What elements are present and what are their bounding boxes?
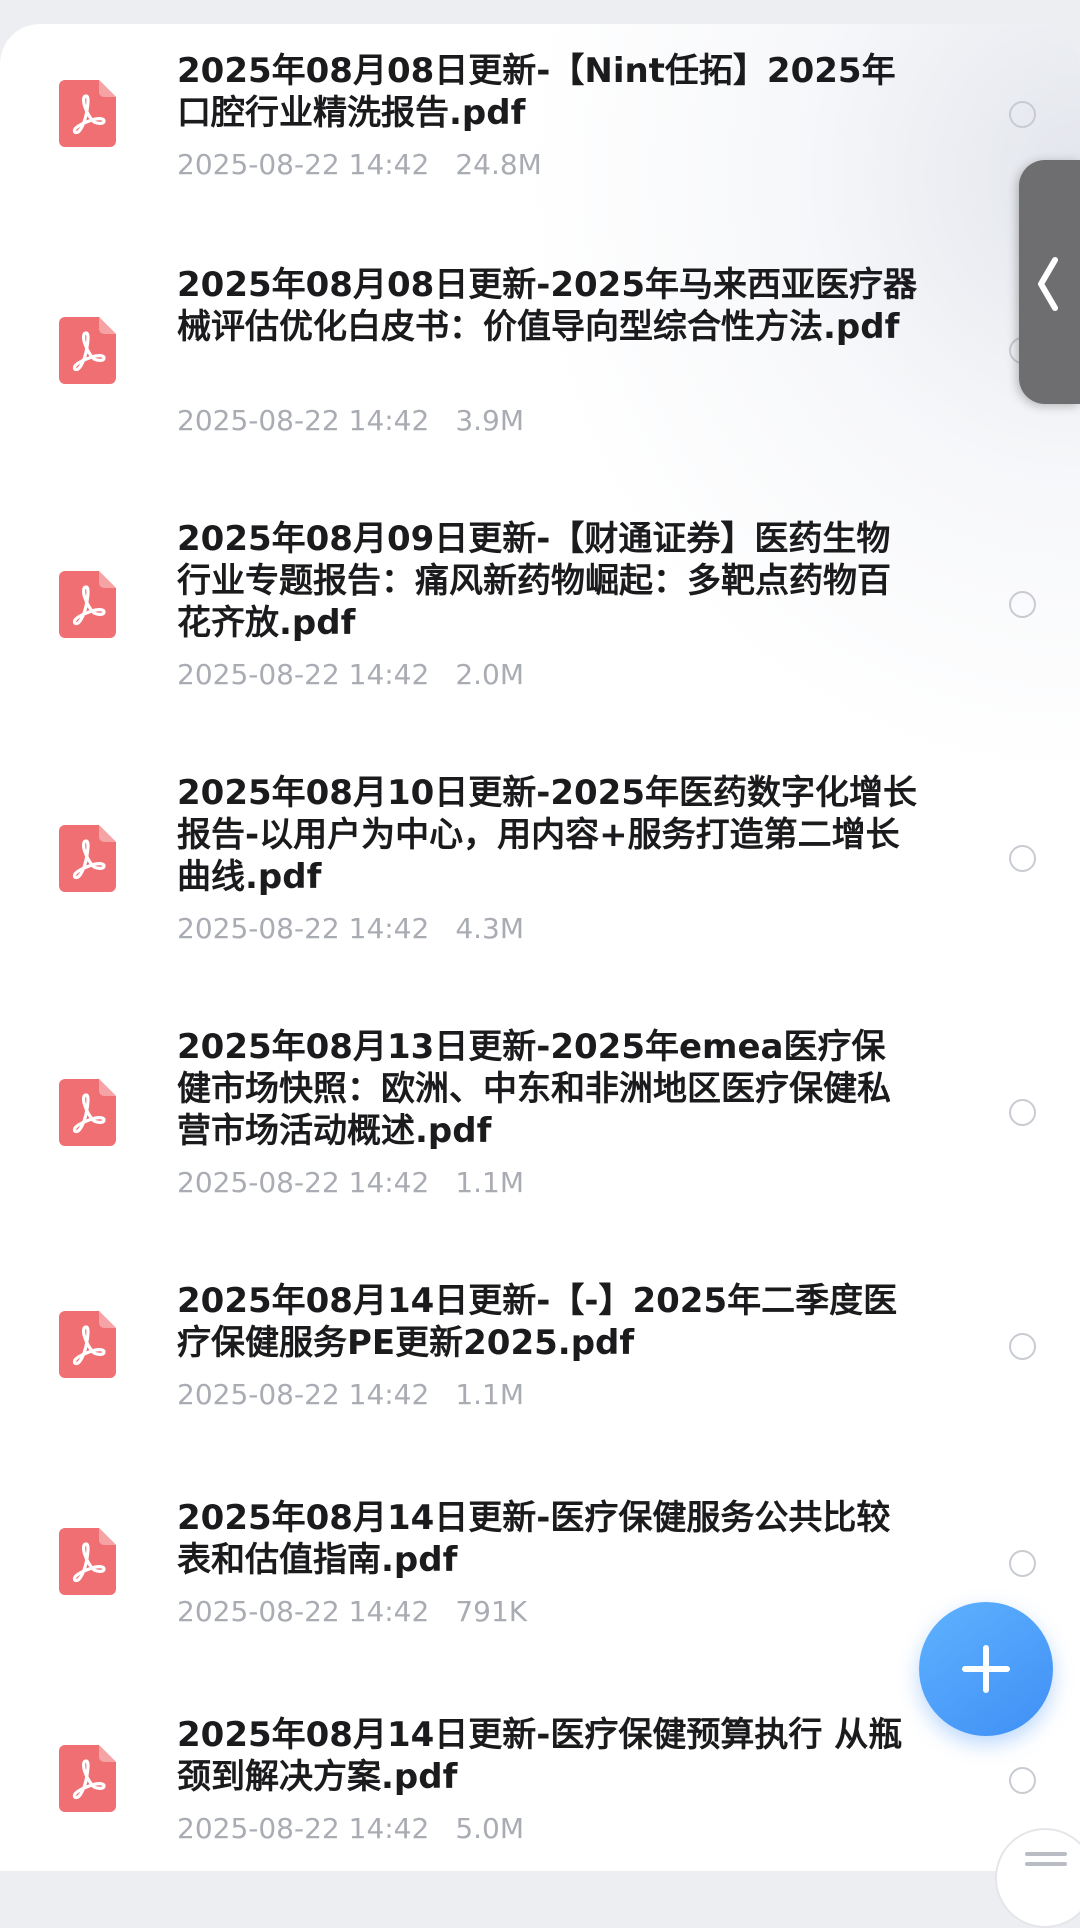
side-panel-handle[interactable] <box>1019 160 1080 404</box>
file-date: 2025-08-22 14:42 <box>177 404 430 437</box>
file-size: 5.0M <box>455 1812 525 1845</box>
file-name[interactable]: 2025年08月13日更新-2025年emea医疗保健市场快照：欧洲、中东和非洲… <box>177 1026 917 1152</box>
file-date: 2025-08-22 14:42 <box>177 912 430 945</box>
file-name[interactable]: 2025年08月08日更新-2025年马来西亚医疗器械评估优化白皮书：价值导向型… <box>177 264 917 348</box>
file-date: 2025-08-22 14:42 <box>177 1812 430 1845</box>
pdf-file-icon <box>59 317 116 384</box>
file-meta: 2025-08-22 14:42 5.0M <box>177 1812 524 1846</box>
file-name[interactable]: 2025年08月08日更新-【Nint任拓】2025年口腔行业精洗报告.pdf <box>177 50 917 134</box>
file-size: 4.3M <box>455 912 525 945</box>
pdf-file-icon <box>59 1079 116 1146</box>
menu-line <box>1025 1852 1067 1856</box>
select-radio[interactable] <box>1009 1550 1036 1577</box>
file-meta: 2025-08-22 14:42 24.8M <box>177 148 542 182</box>
sheet-shading <box>520 24 1080 784</box>
select-radio[interactable] <box>1009 845 1036 872</box>
file-meta: 2025-08-22 14:42 4.3M <box>177 912 524 946</box>
file-date: 2025-08-22 14:42 <box>177 658 430 691</box>
pdf-file-icon <box>59 1311 116 1378</box>
file-size: 1.1M <box>455 1378 525 1411</box>
bottom-menu-button[interactable] <box>995 1828 1080 1928</box>
pdf-file-icon <box>59 80 116 147</box>
file-meta: 2025-08-22 14:42 791K <box>177 1595 527 1629</box>
menu-line <box>1025 1862 1067 1866</box>
file-size: 791K <box>455 1595 528 1628</box>
file-size: 2.0M <box>455 658 525 691</box>
file-name[interactable]: 2025年08月14日更新-【-】2025年二季度医疗保健服务PE更新2025.… <box>177 1280 917 1364</box>
file-list-sheet: 2025年08月08日更新-【Nint任拓】2025年口腔行业精洗报告.pdf 2… <box>0 24 1080 1871</box>
pdf-file-icon <box>59 825 116 892</box>
file-size: 1.1M <box>455 1166 525 1199</box>
plus-icon <box>962 1645 1010 1693</box>
file-meta: 2025-08-22 14:42 1.1M <box>177 1378 524 1412</box>
select-radio[interactable] <box>1009 1333 1036 1360</box>
file-name[interactable]: 2025年08月10日更新-2025年医药数字化增长报告-以用户为中心，用内容+… <box>177 772 917 898</box>
file-meta: 2025-08-22 14:42 2.0M <box>177 658 524 692</box>
file-date: 2025-08-22 14:42 <box>177 148 430 181</box>
add-button[interactable] <box>919 1602 1053 1736</box>
select-radio[interactable] <box>1009 1767 1036 1794</box>
pdf-file-icon <box>59 1745 116 1812</box>
file-name[interactable]: 2025年08月14日更新-医疗保健服务公共比较表和估值指南.pdf <box>177 1497 917 1581</box>
file-meta: 2025-08-22 14:42 1.1M <box>177 1166 524 1200</box>
chevron-left-icon <box>1038 257 1058 311</box>
file-date: 2025-08-22 14:42 <box>177 1378 430 1411</box>
file-size: 3.9M <box>455 404 525 437</box>
file-size: 24.8M <box>455 148 542 181</box>
pdf-file-icon <box>59 1528 116 1595</box>
file-date: 2025-08-22 14:42 <box>177 1166 430 1199</box>
select-radio[interactable] <box>1009 1099 1036 1126</box>
file-name[interactable]: 2025年08月09日更新-【财通证券】医药生物行业专题报告：痛风新药物崛起：多… <box>177 518 917 644</box>
select-radio[interactable] <box>1009 101 1036 128</box>
file-name[interactable]: 2025年08月14日更新-医疗保健预算执行 从瓶颈到解决方案.pdf <box>177 1714 917 1798</box>
select-radio[interactable] <box>1009 591 1036 618</box>
file-date: 2025-08-22 14:42 <box>177 1595 430 1628</box>
pdf-file-icon <box>59 571 116 638</box>
file-meta: 2025-08-22 14:42 3.9M <box>177 404 524 438</box>
